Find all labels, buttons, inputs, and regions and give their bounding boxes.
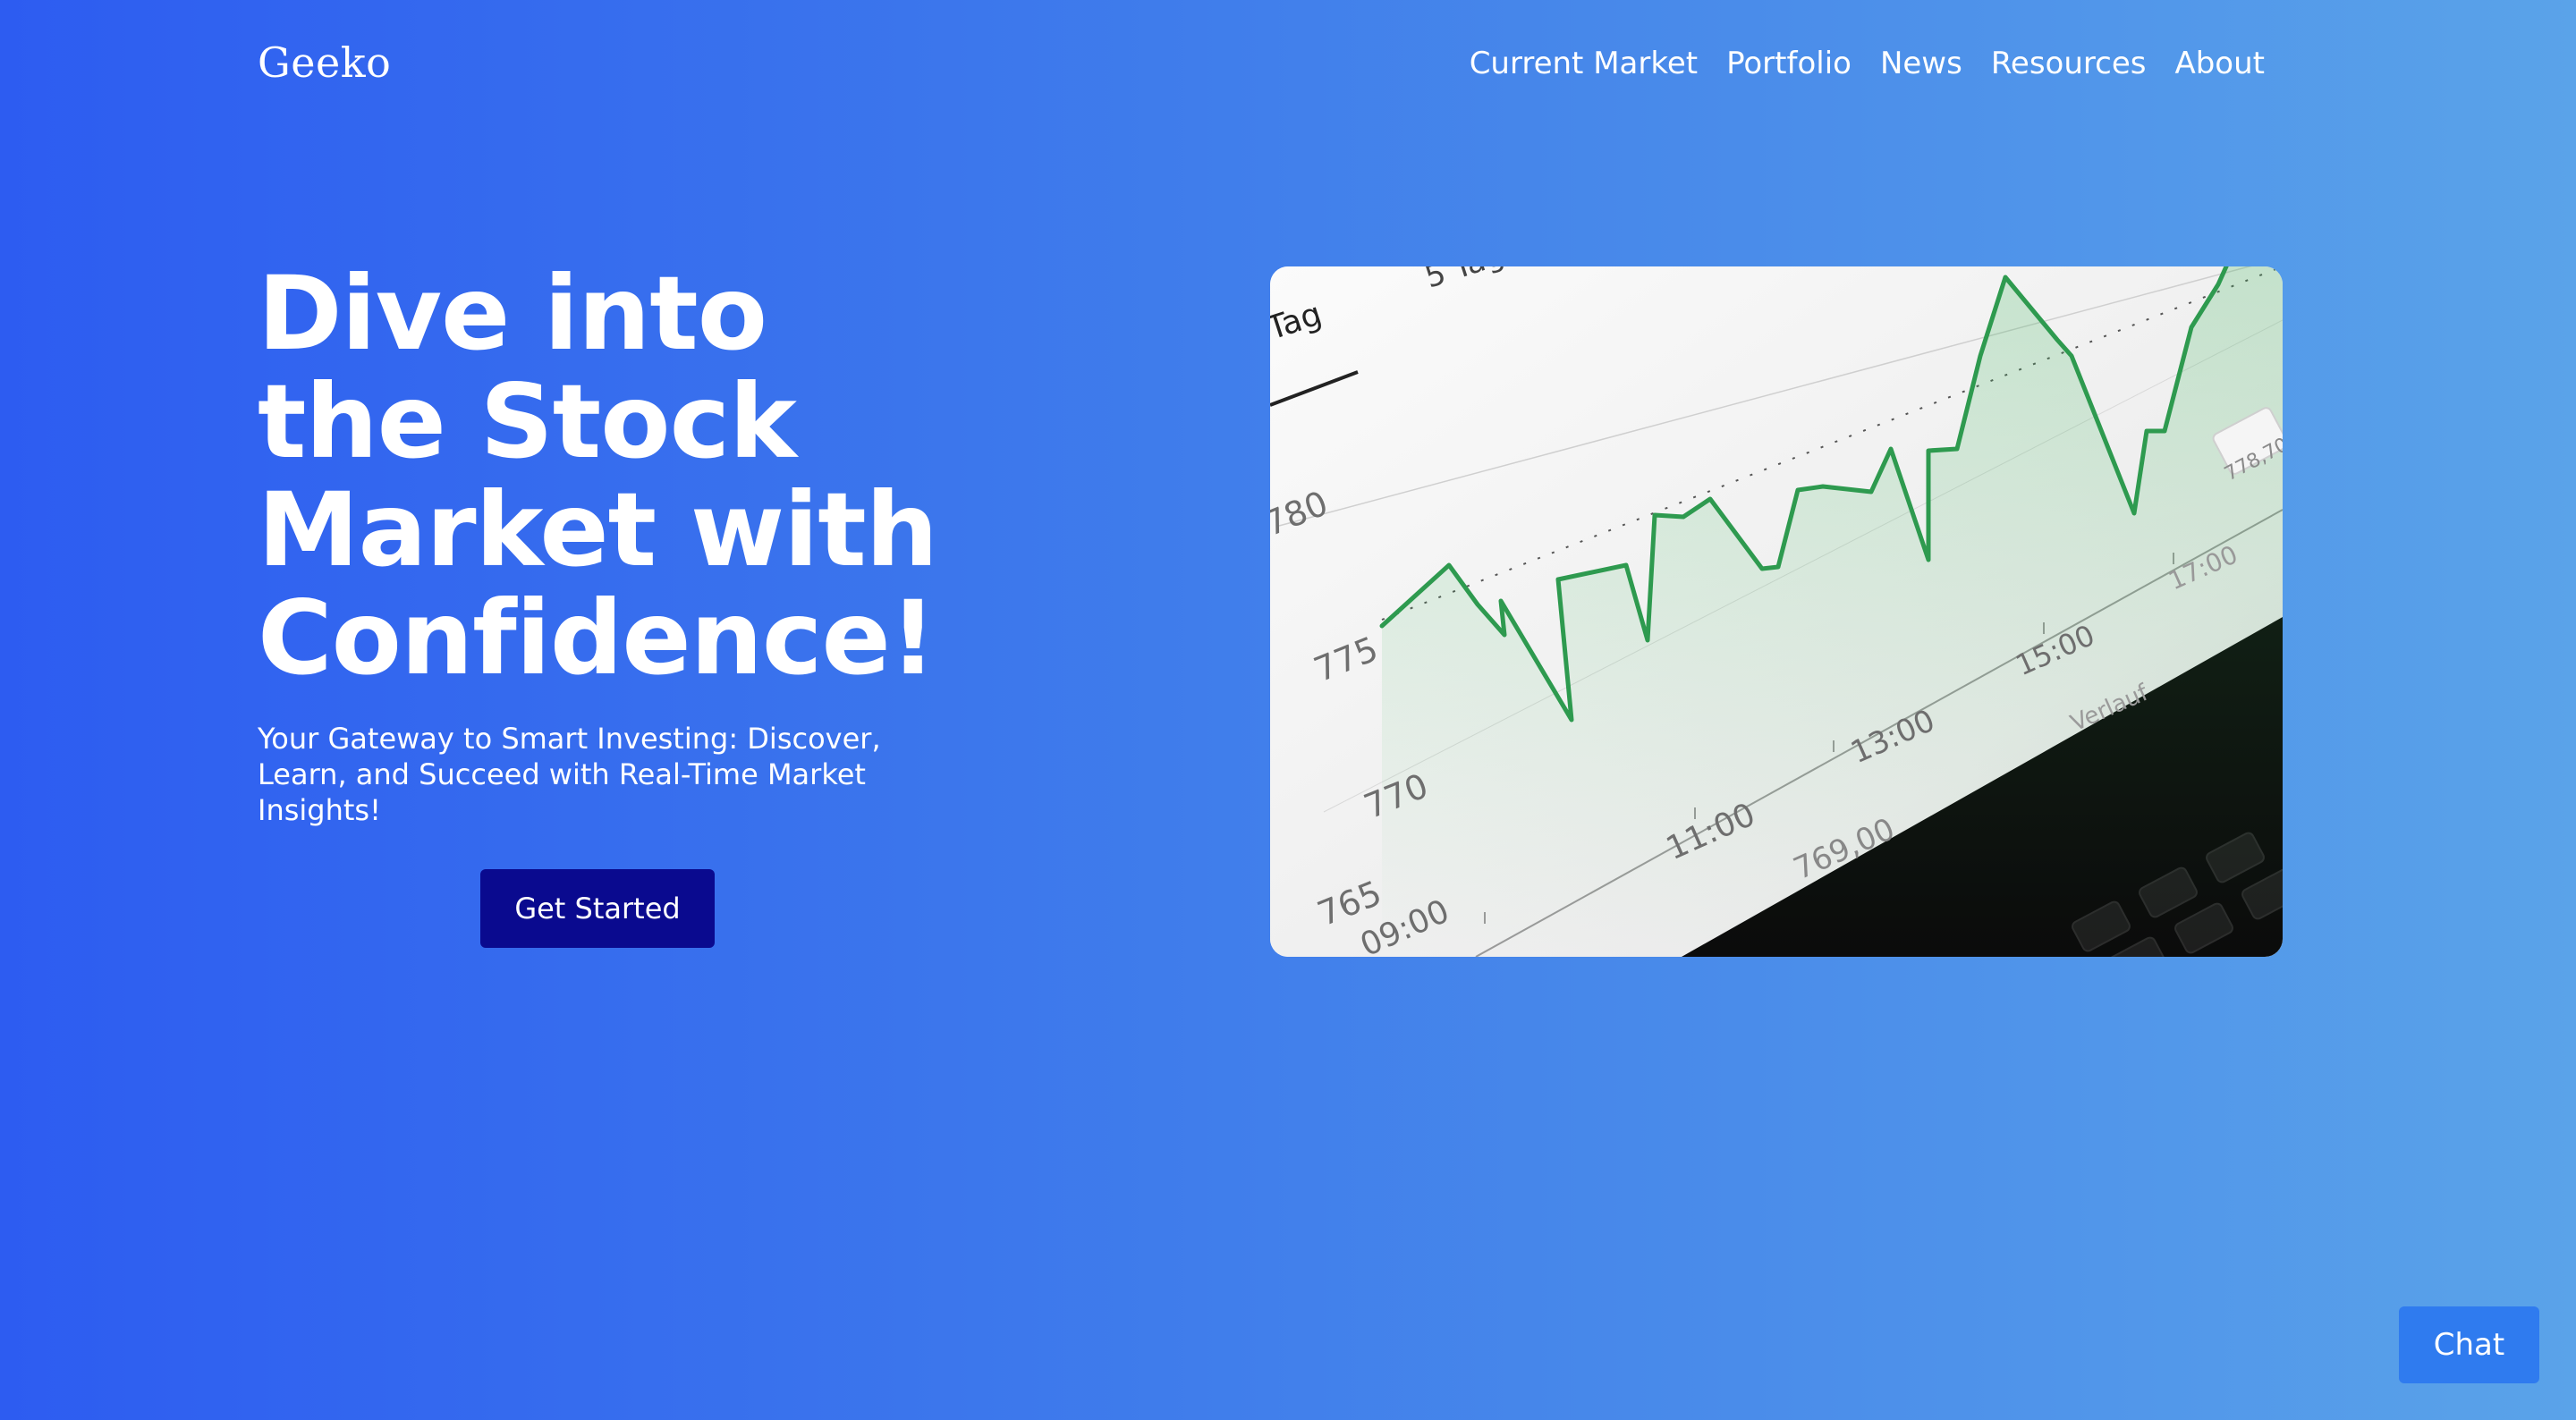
chat-button[interactable]: Chat <box>2399 1306 2539 1383</box>
site-header: Geeko Current Market Portfolio News Reso… <box>0 0 2576 134</box>
hero-title-line: the Stock <box>258 362 797 481</box>
nav-link-portfolio[interactable]: Portfolio <box>1726 39 1852 88</box>
nav-link-about[interactable]: About <box>2174 39 2265 88</box>
nav-link-current-market[interactable]: Current Market <box>1470 39 1698 88</box>
hero-title-line: Dive into <box>258 254 767 373</box>
get-started-button[interactable]: Get Started <box>480 869 715 948</box>
hero-stock-chart-image: Tag 5 Tag 765 770 775 780 09:00 11:00 13… <box>1270 266 2283 957</box>
hero-title: Dive into the Stock Market with Confiden… <box>258 259 991 692</box>
main-nav: Current Market Portfolio News Resources … <box>1470 39 2265 88</box>
hero-title-line: Market with <box>258 470 938 589</box>
logo[interactable]: Geeko <box>258 36 391 89</box>
hero-subtitle: Your Gateway to Smart Investing: Discove… <box>258 722 881 827</box>
nav-link-resources[interactable]: Resources <box>1991 39 2147 88</box>
hero-title-line: Confidence! <box>258 579 936 697</box>
nav-link-news[interactable]: News <box>1880 39 1962 88</box>
